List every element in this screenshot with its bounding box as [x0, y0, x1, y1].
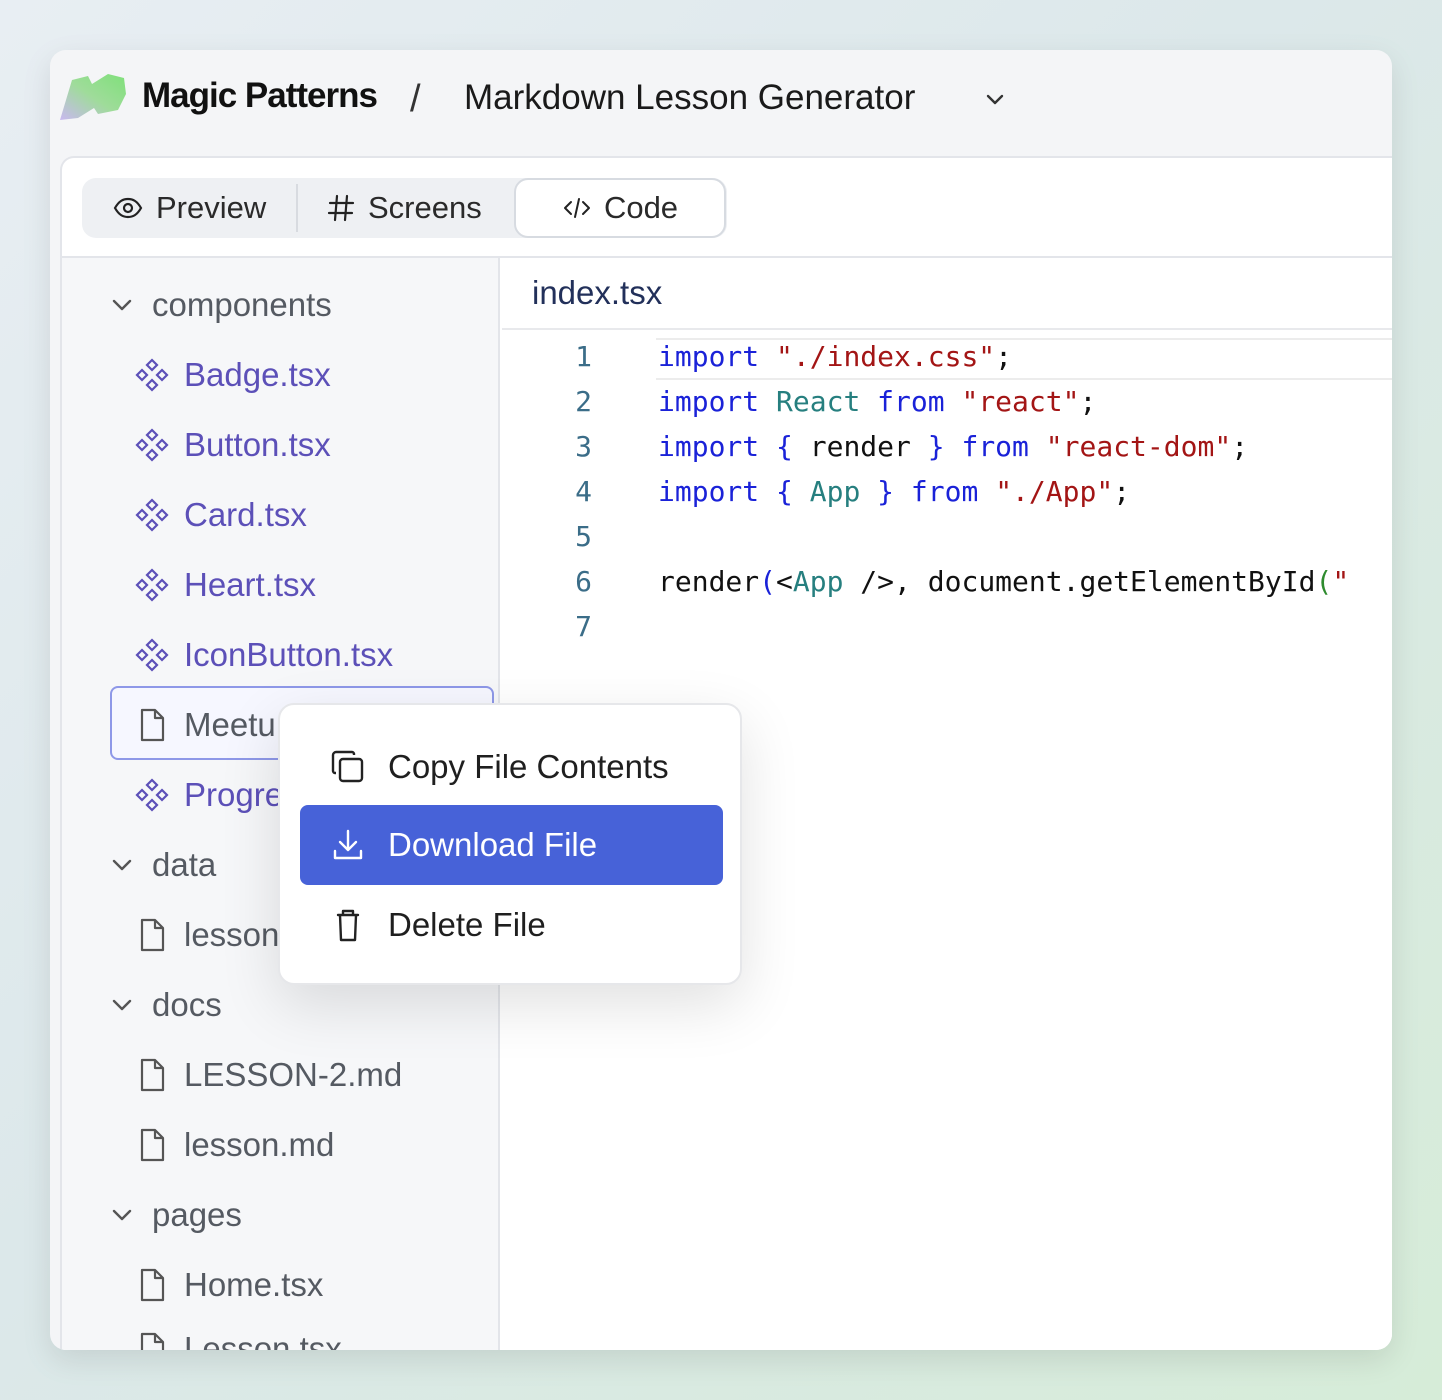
file-home[interactable]: Home.tsx	[134, 1250, 323, 1320]
file-label: Meetu	[184, 706, 276, 743]
download-icon	[333, 829, 363, 860]
component-icon	[135, 428, 169, 462]
file-label: Home.tsx	[184, 1266, 324, 1303]
file-progress[interactable]: Progre	[134, 760, 283, 830]
folder-label: components	[152, 286, 332, 323]
folder-data[interactable]: data	[108, 830, 216, 900]
component-icon	[135, 358, 169, 392]
line-code: import React from "react";	[658, 385, 1097, 418]
app-window: Magic Patterns / Markdown Lesson Generat…	[50, 50, 1392, 1350]
breadcrumb-separator: /	[410, 78, 421, 120]
file-icon	[140, 1058, 165, 1092]
file-label: Button.tsx	[184, 426, 331, 463]
trash-icon	[336, 909, 360, 942]
file-label: Lesson.tsx	[184, 1330, 342, 1350]
chevron-down-icon	[112, 1209, 132, 1221]
file-badge[interactable]: Badge.tsx	[134, 340, 331, 410]
line-number: 2	[575, 385, 592, 418]
copy-icon	[331, 750, 364, 783]
menu-item-label: Copy File Contents	[388, 748, 669, 785]
delete-file-item[interactable]: Delete File	[300, 885, 723, 965]
tab-divider	[296, 184, 298, 232]
chevron-down-icon[interactable]	[982, 86, 1008, 112]
line-number: 5	[575, 520, 592, 553]
line-number: 3	[575, 430, 592, 463]
file-heart[interactable]: Heart.tsx	[134, 550, 316, 620]
download-file-item[interactable]: Download File	[300, 805, 723, 885]
editor-filename: index.tsx	[502, 258, 1392, 330]
copy-file-contents-item[interactable]: Copy File Contents	[300, 727, 723, 807]
code-line: 6 render(<App />, document.getElementByI…	[502, 559, 1392, 604]
hash-icon	[327, 194, 355, 222]
folder-label: docs	[152, 986, 222, 1023]
file-icon	[140, 1332, 165, 1350]
file-lesson-tsx[interactable]: Lesson.tsx	[134, 1314, 342, 1350]
menu-item-label: Download File	[388, 826, 598, 863]
file-lesson-2[interactable]: LESSON-2.md	[134, 1040, 402, 1110]
file-label: Badge.tsx	[184, 356, 331, 393]
component-icon	[135, 498, 169, 532]
folder-docs[interactable]: docs	[108, 970, 222, 1040]
code-line: 1 import "./index.css";	[502, 334, 1392, 379]
top-bar: Magic Patterns / Markdown Lesson Generat…	[50, 50, 1392, 156]
code-line: 4 import { App } from "./App";	[502, 469, 1392, 514]
code-icon	[563, 198, 590, 218]
file-icon	[140, 1128, 165, 1162]
folder-label: pages	[152, 1196, 242, 1233]
file-label: LESSON-2.md	[184, 1056, 403, 1093]
view-tab-bar: Preview Screens Code	[62, 158, 1392, 258]
chevron-down-icon	[112, 999, 132, 1011]
tab-screens[interactable]: Screens	[326, 178, 482, 238]
line-code: import { render } from "react-dom";	[658, 430, 1249, 463]
file-meetup[interactable]: Meetu	[134, 690, 276, 760]
file-lesson-data[interactable]: lesson	[134, 900, 279, 970]
line-code: import "./index.css";	[658, 340, 1013, 373]
menu-item-label: Delete File	[388, 906, 546, 943]
tab-code-label: Code	[603, 190, 679, 225]
file-iconbutton[interactable]: IconButton.tsx	[134, 620, 393, 690]
line-number: 6	[575, 565, 592, 598]
line-code: import { App } from "./App";	[658, 475, 1131, 508]
line-number: 7	[575, 610, 592, 643]
file-label: Heart.tsx	[184, 566, 317, 603]
file-label: IconButton.tsx	[184, 636, 394, 673]
file-context-menu: Copy File Contents Download File Delete …	[278, 703, 742, 985]
file-icon	[140, 708, 165, 742]
brand-name[interactable]: Magic Patterns	[142, 76, 378, 116]
component-icon	[135, 568, 169, 602]
tab-code[interactable]: Code	[514, 178, 726, 238]
code-line: 2 import React from "react";	[502, 379, 1392, 424]
file-icon	[140, 918, 165, 952]
file-label: lesson.md	[184, 1126, 335, 1163]
folder-components[interactable]: components	[108, 270, 332, 340]
magic-patterns-logo[interactable]	[58, 72, 130, 124]
code-line: 7	[502, 604, 1392, 649]
tab-preview[interactable]: Preview	[112, 178, 266, 238]
folder-label: data	[152, 846, 217, 883]
component-icon	[135, 638, 169, 672]
file-label: Card.tsx	[184, 496, 307, 533]
code-line: 5	[502, 514, 1392, 559]
line-number: 1	[575, 340, 592, 373]
folder-pages[interactable]: pages	[108, 1180, 242, 1250]
file-label: Progre	[184, 776, 284, 813]
file-card[interactable]: Card.tsx	[134, 480, 307, 550]
project-title[interactable]: Markdown Lesson Generator	[464, 78, 915, 118]
file-lesson-md[interactable]: lesson.md	[134, 1110, 334, 1180]
file-label: lesson	[184, 916, 280, 953]
chevron-down-icon	[112, 859, 132, 871]
component-icon	[135, 778, 169, 812]
line-number: 4	[575, 475, 592, 508]
file-icon	[140, 1268, 165, 1302]
eye-icon	[113, 197, 143, 219]
code-line: 3 import { render } from "react-dom";	[502, 424, 1392, 469]
tab-screens-label: Screens	[368, 190, 482, 225]
view-tabs: Preview Screens Code	[82, 178, 727, 238]
chevron-down-icon	[112, 299, 132, 311]
file-button[interactable]: Button.tsx	[134, 410, 331, 480]
line-code: render(<App />, document.getElementById(…	[658, 565, 1350, 598]
tab-preview-label: Preview	[156, 190, 267, 225]
